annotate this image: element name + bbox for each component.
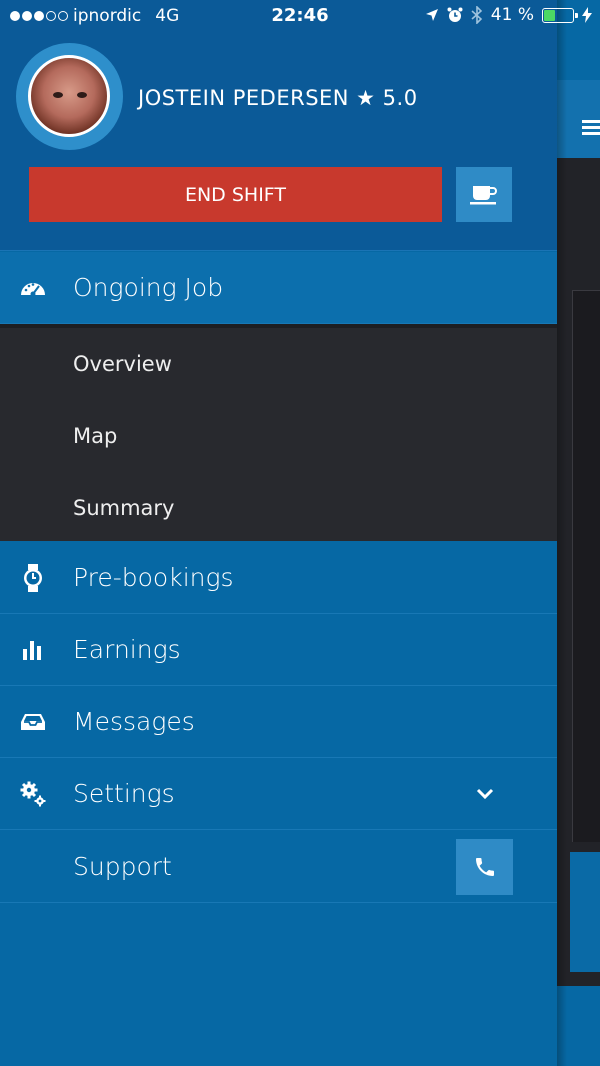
menu-item-prebookings[interactable]: Pre-bookings [0,542,557,614]
watch-icon [20,563,46,592]
hamburger-menu-icon[interactable] [582,120,600,136]
bluetooth-icon [471,6,482,24]
menu-item-settings[interactable]: Settings [0,758,557,830]
bar-chart-icon [20,637,46,663]
menu-item-support[interactable]: Support [0,831,557,903]
charging-bolt-icon [582,7,592,23]
carrier-name: ipnordic [73,6,142,26]
speedometer-icon [20,275,46,301]
avatar[interactable] [28,55,110,137]
menu-label-ongoing-job: Ongoing Job [73,273,224,302]
submenu-item-map[interactable]: Map [73,424,117,448]
network-type: 4G [155,6,180,26]
battery-icon [542,7,578,23]
menu-item-messages[interactable]: Messages [0,686,557,758]
end-shift-button[interactable]: END SHIFT [29,167,442,222]
menu-item-earnings[interactable]: Earnings [0,614,557,686]
submenu-item-overview[interactable]: Overview [73,352,172,376]
chevron-down-icon[interactable] [475,784,495,804]
menu-label-support: Support [73,852,172,881]
ongoing-job-submenu: Overview Map Summary [0,324,557,541]
alarm-icon [447,7,463,22]
submenu-item-summary[interactable]: Summary [73,496,174,520]
break-button[interactable] [456,167,512,222]
menu-label-earnings: Earnings [73,635,181,664]
driver-name-rating: JOSTEIN PEDERSEN ★ 5.0 [138,86,418,110]
menu-label-settings: Settings [73,779,175,808]
gears-icon [20,781,46,807]
location-arrow-icon [425,9,438,21]
battery-percent: 41 % [490,5,534,25]
menu-label-prebookings: Pre-bookings [73,563,234,592]
background-app-button[interactable] [570,852,600,972]
signal-strength-icon [10,11,68,21]
status-bar: ipnordic 4G 22:46 41 % [0,0,600,32]
inbox-icon [20,709,46,735]
menu-label-messages: Messages [73,707,195,736]
menu-item-ongoing-job[interactable]: Ongoing Job [0,252,557,324]
phone-icon [475,857,494,876]
drawer-shadow [557,0,567,1066]
background-app-panel [572,290,600,842]
coffee-cup-icon [470,185,497,204]
navigation-drawer: JOSTEIN PEDERSEN ★ 5.0 END SHIFT Ongoing… [0,0,557,1066]
call-support-button[interactable] [456,838,513,895]
